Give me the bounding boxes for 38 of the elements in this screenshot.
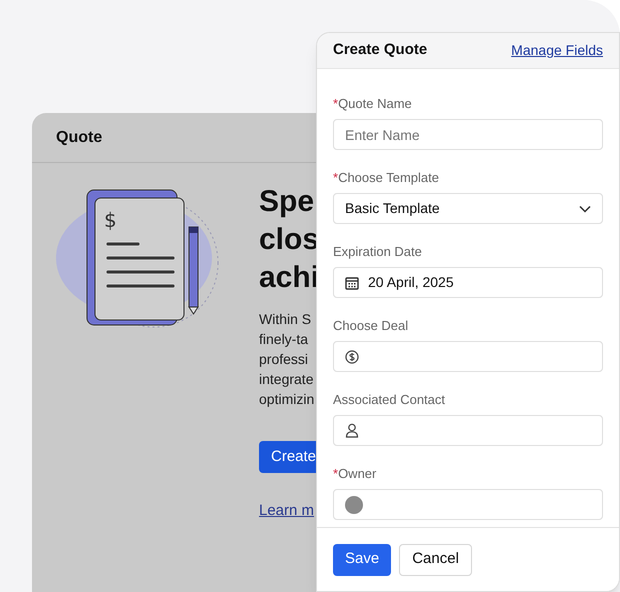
deal-field[interactable]	[333, 341, 603, 372]
chevron-down-icon	[579, 204, 591, 212]
body-text: optimizin	[259, 390, 316, 409]
body-text: integrate	[259, 370, 314, 389]
cancel-button[interactable]: Cancel	[399, 544, 472, 576]
dollar-sign: $	[104, 208, 117, 232]
field-label: Associated Contact	[333, 391, 446, 409]
body-text: finely-ta	[259, 330, 310, 349]
save-button[interactable]: Save	[333, 544, 392, 576]
contact-field[interactable]	[333, 415, 603, 446]
field-label: Quote Name	[338, 95, 412, 113]
field-value: 20 April, 2025	[368, 273, 454, 292]
modal-title: Create Quote	[333, 40, 428, 60]
field-label: Expiration Date	[333, 243, 422, 261]
date-field[interactable]: 20 April, 2025	[333, 267, 603, 298]
body-text: professi	[259, 350, 310, 369]
required-mark: *	[333, 95, 338, 113]
manage-fields-link[interactable]: Manage Fields	[511, 40, 603, 61]
heading-text: achi	[259, 260, 320, 296]
required-mark: *	[333, 465, 338, 483]
required-mark: *	[333, 169, 338, 187]
person-icon	[345, 423, 359, 438]
heading-text: clos	[259, 222, 320, 258]
create-button[interactable]: Create	[259, 441, 319, 473]
field-label: Choose Template	[338, 169, 439, 187]
field-label: Choose Deal	[333, 317, 408, 335]
card-title: Quote	[56, 128, 102, 148]
learn-more-link[interactable]: Learn m	[259, 502, 314, 519]
owner-field[interactable]	[333, 489, 603, 520]
calendar-icon	[345, 276, 359, 290]
dropdown-value: Basic Template	[345, 199, 440, 218]
quote-name-field[interactable]: Enter Name	[333, 119, 603, 150]
avatar-icon	[345, 496, 363, 514]
heading-text: Spe	[259, 184, 316, 220]
body-text: Within S	[259, 310, 312, 329]
field-label: Owner	[338, 465, 376, 483]
dollar-coin-icon	[345, 350, 359, 364]
template-dropdown[interactable]: Basic Template	[333, 193, 603, 224]
